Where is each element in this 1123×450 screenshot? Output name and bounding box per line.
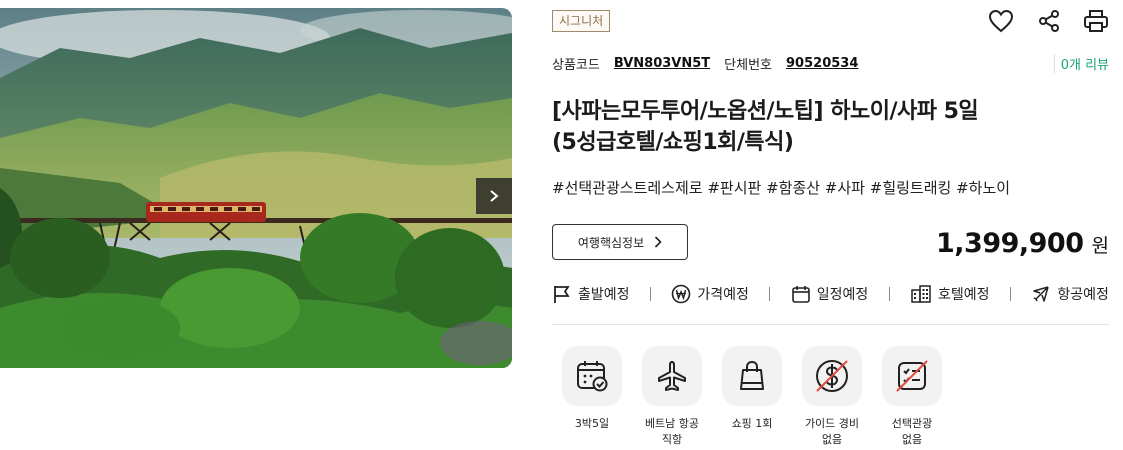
- flight-status-label: 항공예정: [1057, 287, 1109, 303]
- hashtags: #선택관광스트레스제로 #판시판 #함종산 #사파 #힐링트래킹 #하노이: [552, 179, 1011, 197]
- feature-guide-fee-label: 가이드 경비 없음: [804, 417, 860, 446]
- itinerary-status-label: 일정예정: [816, 287, 869, 303]
- schedule-status-row: 출발예정 가격예정 일정예정 호텔예정 항공예정: [552, 284, 1109, 304]
- feature-shopping: 쇼핑 1회: [712, 346, 792, 448]
- feature-icon-tile: [562, 346, 622, 406]
- product-title: [사파는모두투어/노옵션/노팁] 하노이/사파 5일 (5성급호텔/쇼핑1회/특…: [552, 96, 1052, 158]
- price-status[interactable]: 가격예정: [671, 284, 749, 304]
- feature-shopping-label: 쇼핑 1회: [731, 417, 773, 430]
- separator: [1009, 287, 1011, 301]
- feature-optional-tour: 선택관광 없음: [872, 346, 952, 448]
- shopping-bag-icon: [740, 360, 764, 390]
- mountain-train-photo: [0, 8, 512, 368]
- hotel-icon: [911, 285, 931, 303]
- airplane-icon: [658, 361, 686, 391]
- travel-key-info-label: 여행핵심정보: [577, 235, 645, 250]
- calendar-check-icon: [577, 361, 608, 392]
- feature-icon-tile: [642, 346, 702, 406]
- product-code-value[interactable]: BVN803VN5T: [614, 56, 710, 71]
- price-status-label: 가격예정: [697, 287, 749, 303]
- airplane-icon: [1033, 286, 1050, 302]
- hotel-status-label: 호텔예정: [938, 287, 990, 303]
- group-number-label: 단체번호: [724, 58, 773, 73]
- no-dollar-icon: [816, 360, 848, 392]
- feature-duration: 3박5일: [552, 346, 632, 448]
- print-button[interactable]: [1081, 6, 1111, 36]
- feature-icon-tile: [882, 346, 942, 406]
- separator: [649, 287, 651, 301]
- print-icon: [1084, 10, 1108, 32]
- review-count-link[interactable]: 0개 리뷰: [1053, 54, 1109, 73]
- feature-flight-label: 베트남 항공 직항: [644, 417, 700, 446]
- price-unit: 원: [1091, 235, 1109, 257]
- heart-icon: [988, 9, 1014, 33]
- feature-icon-tile: [722, 346, 782, 406]
- won-icon: [672, 284, 691, 304]
- flight-status[interactable]: 항공예정: [1031, 284, 1109, 304]
- feature-flight: 베트남 항공 직항: [632, 346, 712, 448]
- separator: [769, 287, 771, 301]
- departure-status-label: 출발예정: [578, 287, 630, 303]
- group-number-value[interactable]: 90520534: [786, 56, 858, 71]
- itinerary-status[interactable]: 일정예정: [791, 284, 869, 304]
- signature-badge: 시그니처: [552, 10, 611, 32]
- feature-guide-fee: 가이드 경비 없음: [792, 346, 872, 448]
- feature-icon-tile: [802, 346, 862, 406]
- hero-next-button[interactable]: [476, 178, 512, 214]
- no-optional-tour-icon: [896, 360, 928, 392]
- hotel-status[interactable]: 호텔예정: [910, 284, 990, 304]
- chevron-right-icon: [655, 236, 662, 248]
- travel-key-info-button[interactable]: 여행핵심정보: [552, 224, 688, 260]
- departure-status[interactable]: 출발예정: [552, 284, 630, 304]
- feature-duration-label: 3박5일: [574, 417, 610, 430]
- separator: [888, 287, 890, 301]
- chevron-right-icon: [490, 190, 499, 202]
- feature-optional-tour-label: 선택관광 없음: [891, 417, 933, 446]
- product-title-line1: [사파는모두투어/노옵션/노팁] 하노이/사파 5일: [552, 99, 979, 124]
- hero-image: [0, 8, 512, 368]
- flag-icon: [554, 286, 570, 303]
- price-amount: 1,399,900: [935, 228, 1084, 259]
- share-button[interactable]: [1034, 6, 1064, 36]
- product-title-line2: (5성급호텔/쇼핑1회/특식): [552, 130, 794, 155]
- calendar-icon: [791, 286, 810, 303]
- product-code-label: 상품코드: [552, 58, 600, 73]
- share-icon: [1039, 10, 1059, 32]
- feature-list: 3박5일 베트남 항공 직항 쇼핑 1회 가이드 경비 없음 선택관광 없음: [552, 346, 952, 448]
- divider: [552, 324, 1109, 325]
- price: 1,399,900 원: [936, 228, 1109, 259]
- product-codes: 상품코드 BVN803VN5T 단체번호 90520534: [552, 54, 858, 73]
- wishlist-button[interactable]: [986, 6, 1016, 36]
